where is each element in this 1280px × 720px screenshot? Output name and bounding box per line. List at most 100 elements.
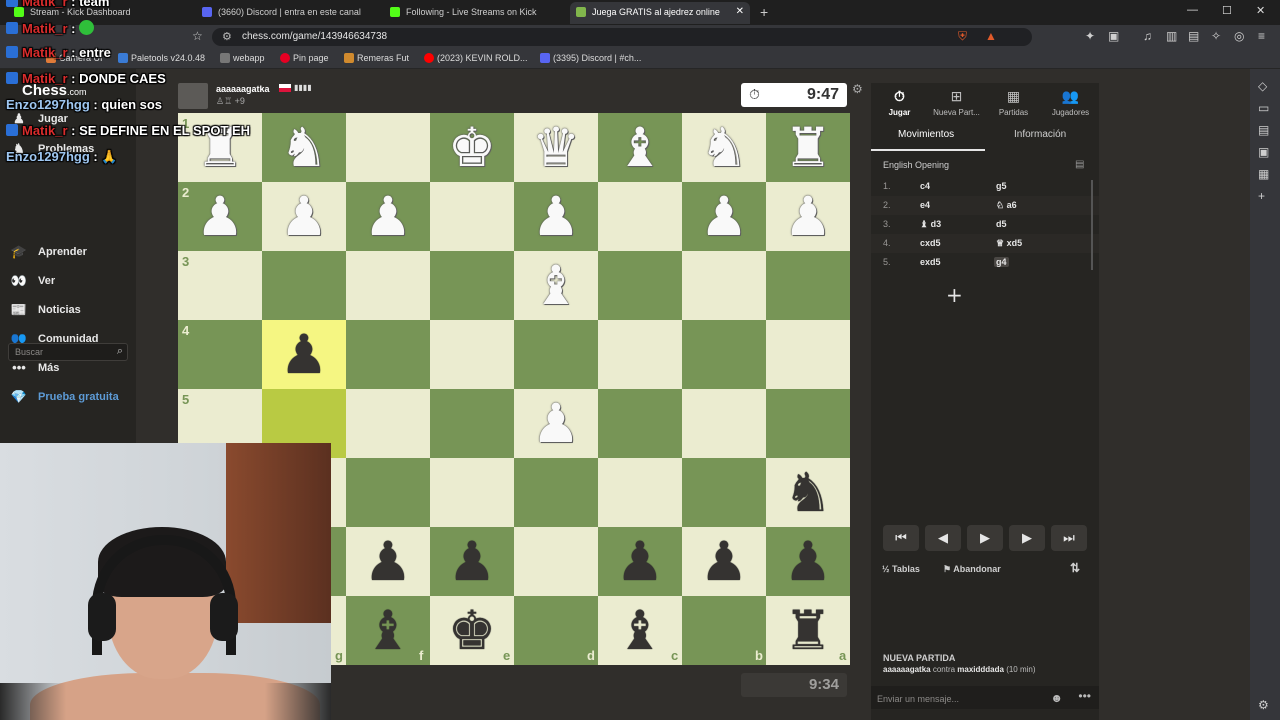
black-piece[interactable]: ♜ (766, 596, 850, 665)
board-square[interactable] (346, 320, 430, 389)
new-tab-button[interactable]: + (760, 4, 768, 20)
black-piece[interactable]: ♟ (598, 527, 682, 596)
board-square[interactable] (514, 527, 598, 596)
board-square[interactable] (598, 458, 682, 527)
tab-jugadores[interactable]: 👥 Jugadores (1042, 88, 1099, 117)
chat-more-icon[interactable]: ••• (1078, 689, 1091, 703)
browser-tab[interactable]: (3660) Discord | entra en este canal (196, 2, 376, 24)
tab-jugar[interactable]: ⏱ Jugar (871, 88, 928, 117)
book-icon[interactable]: ▤ (1075, 159, 1084, 170)
draw-button[interactable]: ½ Tablas (882, 564, 920, 574)
bookmark-star-icon[interactable]: ☆ (192, 29, 203, 43)
board-square[interactable] (766, 389, 850, 458)
black-piece[interactable]: ♟ (262, 320, 346, 389)
last-move-button[interactable]: ⏭ (1051, 525, 1087, 551)
bookmark-item[interactable]: (3395) Discord | #ch... (540, 53, 641, 63)
leo-icon[interactable]: ✧ (1211, 29, 1221, 43)
white-piece[interactable]: ♚ (430, 113, 514, 182)
close-window-button[interactable]: ✕ (1256, 4, 1265, 17)
board-square[interactable] (514, 320, 598, 389)
board-square[interactable] (514, 596, 598, 665)
black-piece[interactable]: ♞ (766, 458, 850, 527)
white-piece[interactable]: ♞ (682, 113, 766, 182)
board-square[interactable] (346, 389, 430, 458)
white-piece[interactable]: ♜ (766, 113, 850, 182)
board-square[interactable] (346, 458, 430, 527)
black-piece[interactable]: ♝ (346, 596, 430, 665)
tab-partidas[interactable]: ▦ Partidas (985, 88, 1042, 117)
sidebar-toggle-icon[interactable]: ▥ (1166, 29, 1177, 43)
brave-rewards-icon[interactable]: ▲ (985, 29, 997, 43)
wallet2-icon[interactable]: ▤ (1188, 29, 1199, 43)
subtab-informacion[interactable]: Información (1014, 129, 1066, 140)
subtab-movimientos[interactable]: Movimientos (898, 129, 954, 140)
bookmark-item[interactable]: Pin page (280, 53, 329, 63)
notes-icon[interactable]: ▦ (1258, 167, 1269, 181)
bookmark-item[interactable]: webapp (220, 53, 265, 63)
current-move[interactable]: g4 (994, 257, 1009, 267)
white-piece[interactable]: ♟ (346, 182, 430, 251)
board-square[interactable] (682, 389, 766, 458)
board-square[interactable] (682, 458, 766, 527)
url-bar[interactable]: ⚙ chess.com/game/143946634738 (212, 28, 1032, 46)
board-square[interactable] (346, 251, 430, 320)
opening-name[interactable]: English Opening (883, 160, 949, 170)
white-piece[interactable]: ♞ (262, 113, 346, 182)
board-square[interactable] (430, 251, 514, 320)
white-piece[interactable]: ♝ (514, 251, 598, 320)
browser-tab[interactable]: Following - Live Streams on Kick (384, 2, 562, 24)
board-square[interactable] (598, 389, 682, 458)
black-piece[interactable]: ♚ (430, 596, 514, 665)
board-square[interactable] (766, 320, 850, 389)
white-piece[interactable]: ♟ (682, 182, 766, 251)
black-piece[interactable]: ♟ (430, 527, 514, 596)
black-piece[interactable]: ♟ (682, 527, 766, 596)
search-icon[interactable]: ⌕ (117, 345, 123, 358)
sidebar-settings-icon[interactable]: ⚙ (1258, 698, 1269, 712)
bookmark-item[interactable]: Remeras Fut (344, 53, 409, 63)
move-list-scrollbar[interactable] (1091, 180, 1093, 270)
board-square[interactable] (598, 320, 682, 389)
nav-prueba-gratuita[interactable]: 💎 Prueba gratuita (8, 389, 119, 411)
maximize-button[interactable]: ☐ (1222, 4, 1232, 17)
nav-ver[interactable]: 👀 Ver (8, 273, 55, 295)
white-piece[interactable]: ♝ (598, 113, 682, 182)
black-piece[interactable]: ♝ (598, 596, 682, 665)
black-piece[interactable]: ♟ (766, 527, 850, 596)
add-panel-icon[interactable]: + (1258, 189, 1265, 203)
board-square[interactable] (682, 596, 766, 665)
wallet-icon[interactable]: ▣ (1108, 29, 1119, 43)
bookmark-item[interactable]: Paletools v24.0.48 (118, 53, 205, 63)
media-icon[interactable]: ♫ (1143, 29, 1152, 43)
nav-noticias[interactable]: 📰 Noticias (8, 302, 81, 324)
board-square[interactable] (430, 389, 514, 458)
tab-nueva-partida[interactable]: ⊞ Nueva Part... (928, 88, 985, 117)
history-icon[interactable]: ▣ (1258, 145, 1269, 159)
brave-shield-icon[interactable]: ⛨ (958, 29, 967, 44)
board-square[interactable] (178, 251, 262, 320)
board-square[interactable] (430, 320, 514, 389)
settings-gear-icon[interactable]: ⚙ (852, 82, 863, 96)
white-piece[interactable]: ♟ (178, 182, 262, 251)
resign-button[interactable]: ⚑ Abandonar (943, 564, 1001, 575)
board-square[interactable] (178, 320, 262, 389)
browser-tab-active[interactable]: Juega GRATIS al ajedrez online ✕ (570, 2, 750, 24)
bookmark-item[interactable]: (2023) KEVIN ROLD... (424, 53, 528, 63)
board-square[interactable] (346, 113, 430, 182)
game-chat-input[interactable]: Enviar un mensaje... ☻ ••• (871, 686, 1099, 709)
opponent-avatar[interactable] (178, 83, 208, 109)
opponent-name[interactable]: aaaaaagatka (216, 84, 270, 94)
board-square[interactable] (682, 320, 766, 389)
white-piece[interactable]: ♛ (514, 113, 598, 182)
board-square[interactable] (514, 458, 598, 527)
close-tab-icon[interactable]: ✕ (736, 6, 744, 17)
emoji-icon[interactable]: ☻ (1050, 691, 1063, 705)
reading-list-icon[interactable]: ▭ (1258, 101, 1269, 115)
board-square[interactable] (682, 251, 766, 320)
vpn-icon[interactable]: ◎ (1234, 29, 1244, 43)
minimize-button[interactable]: — (1187, 4, 1198, 16)
nav-mas[interactable]: ••• Más (8, 360, 59, 382)
white-piece[interactable]: ♟ (262, 182, 346, 251)
white-piece[interactable]: ♟ (766, 182, 850, 251)
black-piece[interactable]: ♟ (346, 527, 430, 596)
